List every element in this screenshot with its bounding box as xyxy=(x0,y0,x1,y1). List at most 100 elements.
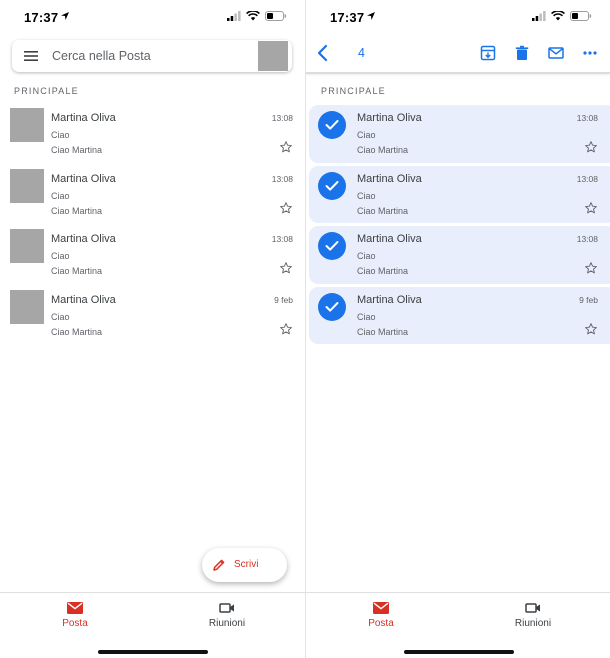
star-icon[interactable] xyxy=(584,201,598,215)
back-icon[interactable] xyxy=(316,44,330,62)
email-date: 9 feb xyxy=(579,294,598,305)
mail-icon xyxy=(67,602,83,614)
star-icon[interactable] xyxy=(584,261,598,275)
more-icon[interactable] xyxy=(582,45,598,61)
email-preview: Ciao Martina xyxy=(51,145,103,155)
star-icon[interactable] xyxy=(584,322,598,336)
email-date: 13:08 xyxy=(576,173,598,184)
sender-avatar xyxy=(10,229,44,263)
location-arrow-icon xyxy=(367,12,375,20)
sender-avatar xyxy=(10,289,44,324)
account-avatar[interactable] xyxy=(258,41,288,71)
status-time: 17:37 xyxy=(330,10,365,25)
star-icon[interactable] xyxy=(279,322,293,336)
tab-mail-label: Posta xyxy=(368,618,394,629)
email-date: 13:08 xyxy=(576,234,598,244)
selection-highlight xyxy=(309,165,610,223)
selection-toolbar: 4 xyxy=(306,36,610,74)
video-icon xyxy=(219,603,234,613)
email-preview: Ciao Martina xyxy=(357,145,409,155)
sender-avatar xyxy=(10,108,44,142)
star-icon[interactable] xyxy=(279,201,293,215)
email-row[interactable]: Martina Oliva Ciao Ciao Martina 13:08 xyxy=(0,165,305,226)
email-subject: Ciao xyxy=(357,190,376,201)
bottom-tab-bar: Posta Riunioni xyxy=(306,592,610,658)
mail-icon xyxy=(373,602,389,614)
selected-check-icon[interactable] xyxy=(318,171,346,200)
tab-meetings[interactable]: Riunioni xyxy=(458,593,608,643)
selection-highlight xyxy=(309,286,610,344)
selected-count: 4 xyxy=(358,46,365,60)
inbox-screen: 17:37 Cerca nella Posta PRINCIPALE Marti… xyxy=(0,0,305,658)
trash-icon[interactable] xyxy=(514,45,530,61)
email-row-selected[interactable]: Martina Oliva Ciao Ciao Martina 13:08 xyxy=(306,225,610,286)
tab-mail-label: Posta xyxy=(62,618,88,629)
star-icon[interactable] xyxy=(279,140,293,154)
status-icons xyxy=(227,11,287,21)
status-icons xyxy=(532,11,592,21)
email-date: 13:08 xyxy=(271,234,293,244)
email-sender: Martina Oliva xyxy=(51,293,116,306)
email-row[interactable]: Martina Oliva Ciao Ciao Martina 9 feb xyxy=(0,286,305,347)
signal-icon xyxy=(227,11,241,21)
email-subject: Ciao xyxy=(357,251,376,261)
email-row[interactable]: Martina Oliva Ciao Ciao Martina 13:08 xyxy=(0,225,305,286)
selected-check-icon[interactable] xyxy=(318,292,346,321)
email-date: 9 feb xyxy=(274,294,293,305)
email-row[interactable]: Martina Oliva Ciao Ciao Martina 13:08 xyxy=(0,104,305,165)
email-sender: Martina Oliva xyxy=(51,112,116,124)
email-preview: Ciao Martina xyxy=(51,326,103,337)
email-row-selected[interactable]: Martina Oliva Ciao Ciao Martina 13:08 xyxy=(306,165,610,226)
selection-highlight xyxy=(309,105,610,163)
email-list: Martina Oliva Ciao Ciao Martina 13:08 Ma… xyxy=(306,104,610,346)
archive-icon[interactable] xyxy=(480,45,496,61)
hamburger-menu-icon[interactable] xyxy=(24,50,38,62)
tab-mail[interactable]: Posta xyxy=(306,593,456,643)
email-subject: Ciao xyxy=(357,311,376,322)
selected-check-icon[interactable] xyxy=(318,232,346,260)
selected-check-icon[interactable] xyxy=(318,111,346,139)
star-icon[interactable] xyxy=(584,140,598,154)
selection-screen: 17:37 4 PRINCIPALE Martina Oliva Ciao Ci… xyxy=(305,0,610,658)
email-subject: Ciao xyxy=(51,251,70,261)
location-arrow-icon xyxy=(61,12,69,20)
section-label: PRINCIPALE xyxy=(14,86,79,96)
status-time: 17:37 xyxy=(24,10,59,25)
email-preview: Ciao Martina xyxy=(51,266,103,276)
home-indicator xyxy=(98,650,208,654)
email-sender: Martina Oliva xyxy=(357,293,422,306)
email-date: 13:08 xyxy=(271,113,293,123)
tab-meetings-label: Riunioni xyxy=(208,618,246,629)
battery-icon xyxy=(265,11,287,21)
search-bar[interactable]: Cerca nella Posta xyxy=(12,40,292,72)
email-row-selected[interactable]: Martina Oliva Ciao Ciao Martina 9 feb xyxy=(306,286,610,347)
tab-meetings[interactable]: Riunioni xyxy=(152,593,302,643)
email-subject: Ciao xyxy=(51,311,70,322)
email-preview: Ciao Martina xyxy=(357,205,409,216)
email-preview: Ciao Martina xyxy=(51,205,103,216)
tab-mail[interactable]: Posta xyxy=(0,593,150,643)
email-preview: Ciao Martina xyxy=(357,266,409,276)
email-subject: Ciao xyxy=(357,130,376,140)
mark-unread-icon[interactable] xyxy=(548,45,564,61)
email-subject: Ciao xyxy=(51,190,70,201)
status-bar: 17:37 xyxy=(0,0,305,34)
email-sender: Martina Oliva xyxy=(357,172,422,185)
email-row-selected[interactable]: Martina Oliva Ciao Ciao Martina 13:08 xyxy=(306,104,610,165)
email-sender: Martina Oliva xyxy=(357,112,422,124)
sender-avatar xyxy=(10,168,44,203)
email-sender: Martina Oliva xyxy=(357,233,422,245)
battery-icon xyxy=(570,11,592,21)
bottom-tab-bar: Posta Riunioni xyxy=(0,592,305,658)
email-date: 13:08 xyxy=(576,113,598,123)
email-sender: Martina Oliva xyxy=(51,172,116,185)
star-icon[interactable] xyxy=(279,261,293,275)
email-list: Martina Oliva Ciao Ciao Martina 13:08 Ma… xyxy=(0,104,305,346)
search-input[interactable]: Cerca nella Posta xyxy=(52,49,151,63)
section-label: PRINCIPALE xyxy=(321,86,386,96)
status-bar: 17:37 xyxy=(306,0,610,34)
pencil-icon xyxy=(213,559,225,571)
compose-button[interactable]: Scrivi xyxy=(202,548,287,582)
wifi-icon xyxy=(551,11,565,21)
home-indicator xyxy=(404,650,514,654)
